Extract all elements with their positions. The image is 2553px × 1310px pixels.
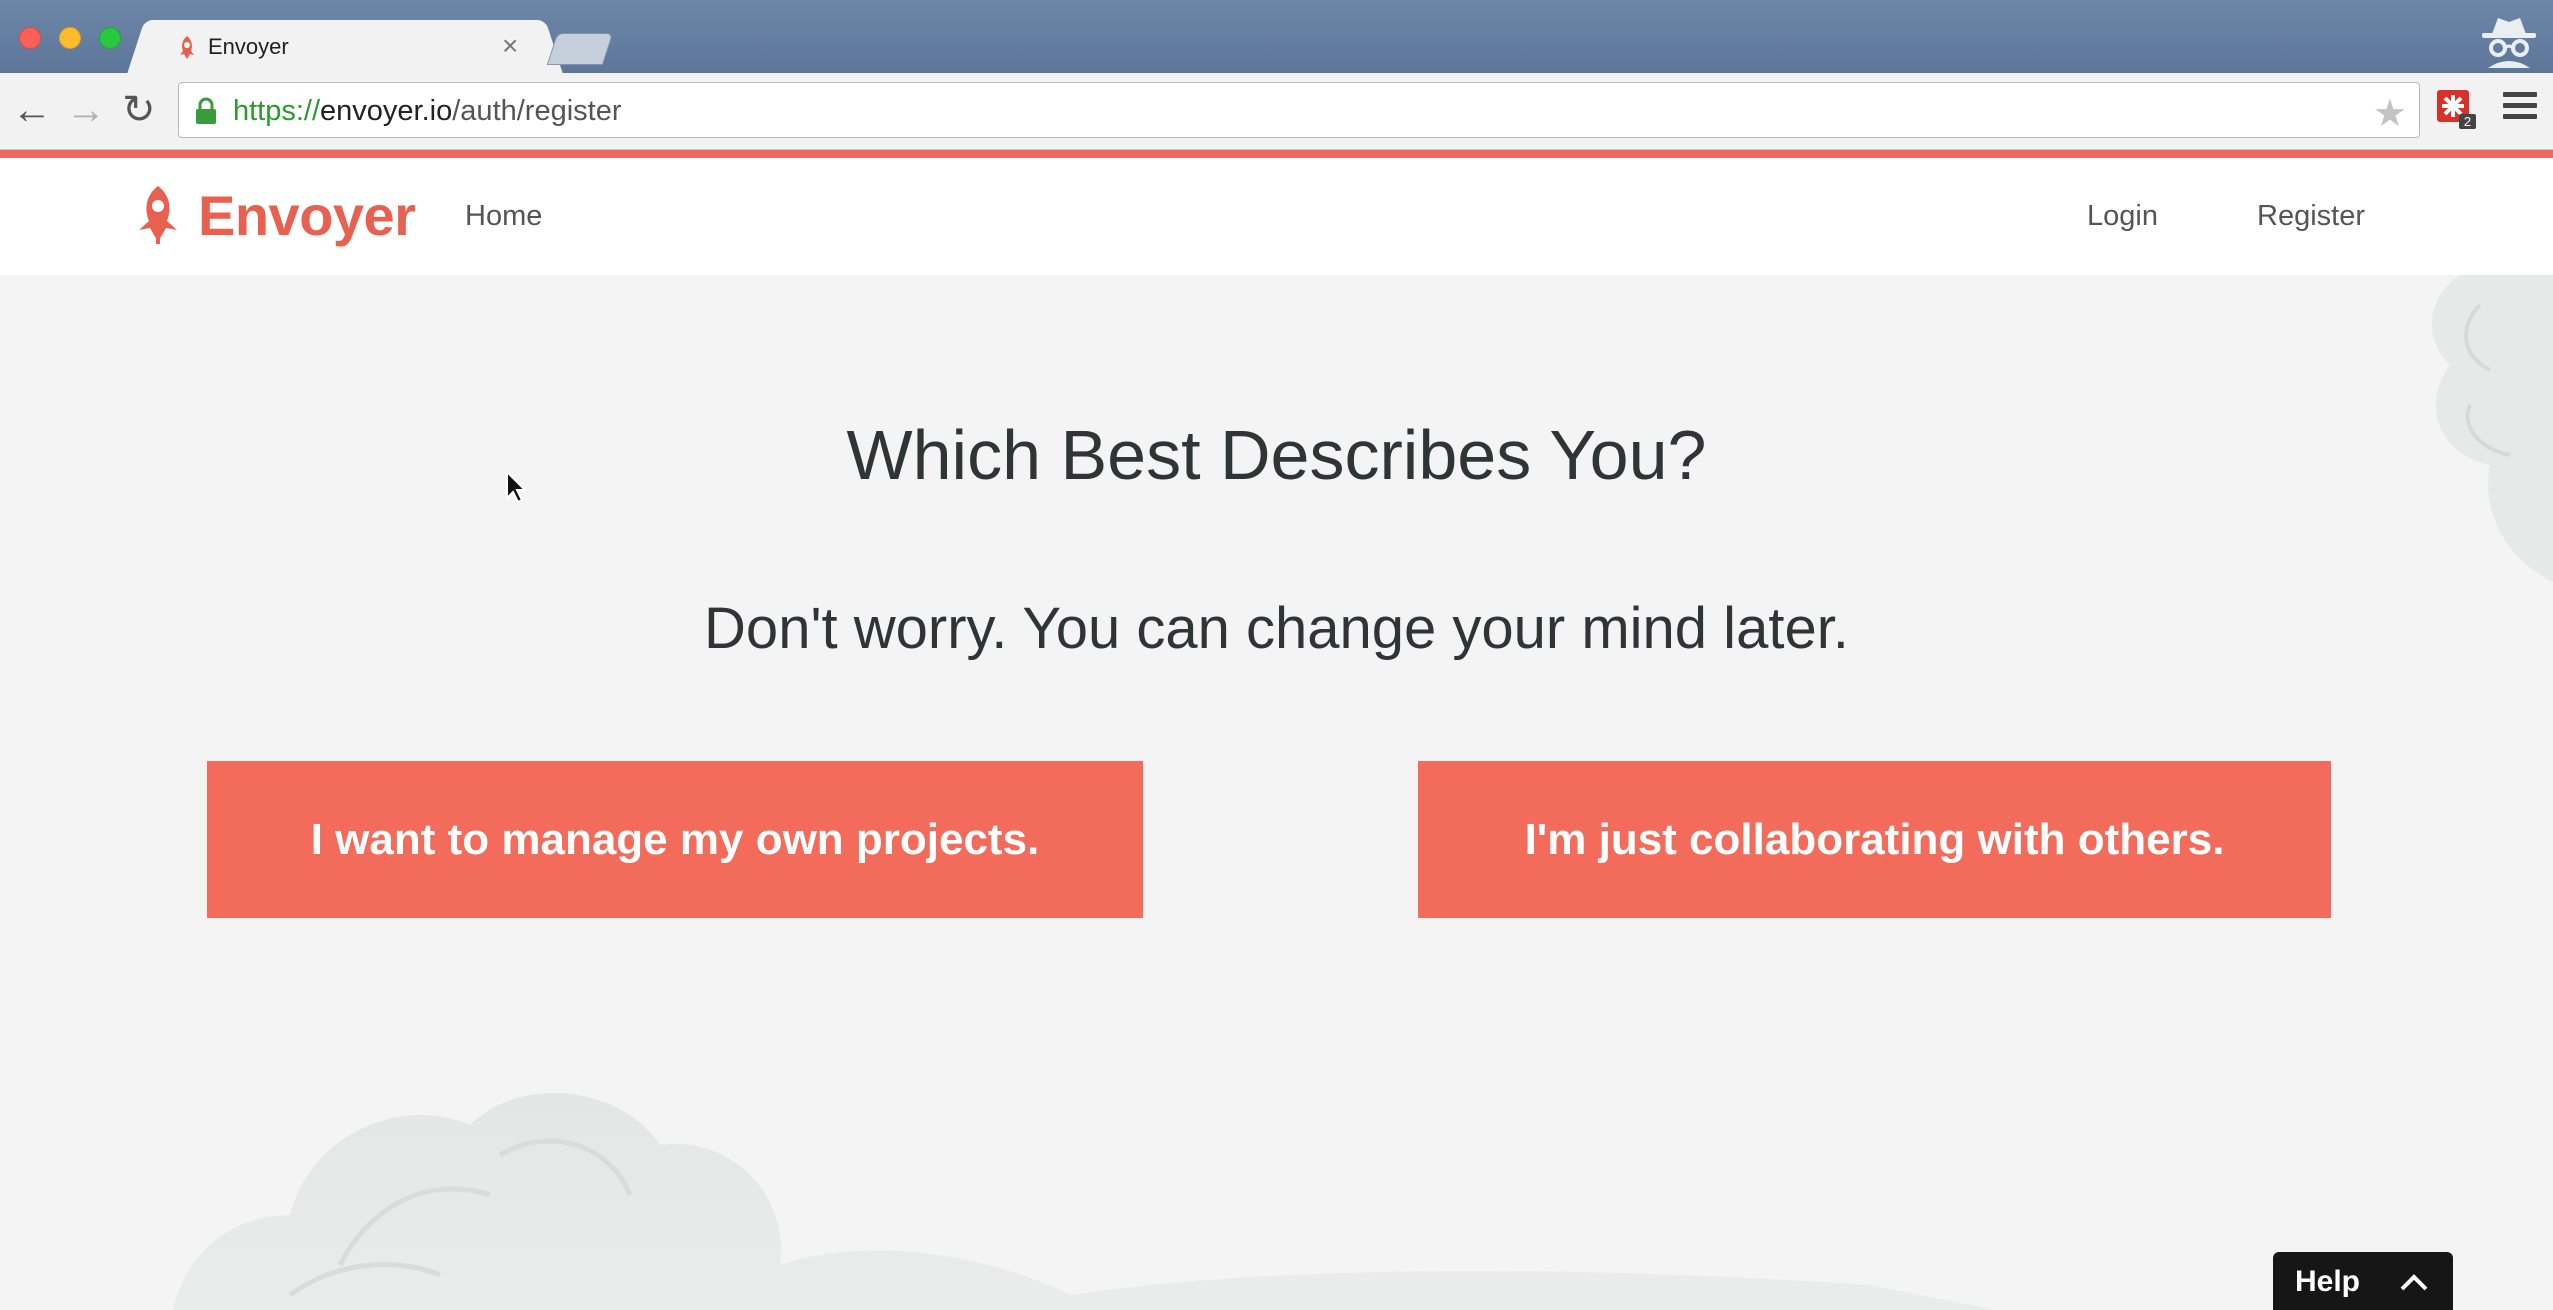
forward-button[interactable]: →	[66, 90, 106, 130]
page-subheading: Don't worry. You can change your mind la…	[704, 596, 1849, 661]
incognito-icon	[2482, 18, 2536, 68]
decorative-cloud-illustration	[172, 1092, 1995, 1310]
minimize-window-button[interactable]	[59, 27, 81, 49]
menu-icon[interactable]	[2503, 92, 2537, 124]
help-label: Help	[2295, 1265, 2361, 1298]
rocket-logo-icon	[139, 186, 177, 244]
extension-icon[interactable]: 2	[2437, 90, 2477, 130]
chevron-up-icon	[2400, 1274, 2428, 1291]
close-window-button[interactable]	[19, 27, 41, 49]
cursor-icon	[506, 470, 527, 504]
zoom-window-button[interactable]	[99, 27, 121, 49]
url-text[interactable]: https://envoyer.io/auth/register	[233, 95, 622, 128]
nav-home-link[interactable]: Home	[465, 200, 542, 233]
url-host: envoyer.io	[320, 95, 453, 127]
tab-title: Envoyer	[208, 34, 289, 59]
rocket-favicon-icon	[180, 36, 194, 59]
manage-own-projects-button[interactable]: I want to manage my own projects.	[207, 761, 1143, 918]
reload-button[interactable]: ↻	[122, 90, 156, 130]
brand-link[interactable]: Envoyer	[130, 180, 416, 250]
bookmark-star-icon[interactable]: ★	[2373, 91, 2407, 136]
nav-register-link[interactable]: Register	[2257, 200, 2365, 233]
browser-tab-active[interactable]: Envoyer ×	[150, 20, 540, 73]
help-widget-button[interactable]: Help	[2273, 1252, 2453, 1310]
address-bar[interactable]: https://envoyer.io/auth/register ★	[178, 82, 2420, 138]
tab-close-icon[interactable]: ×	[502, 30, 518, 62]
browser-toolbar: ← → ↻ https://envoyer.io/auth/register ★…	[0, 73, 2553, 150]
lock-icon	[196, 97, 216, 124]
url-scheme: https://	[233, 95, 321, 127]
back-button[interactable]: ←	[12, 90, 52, 130]
new-tab-button[interactable]	[546, 33, 614, 65]
accent-bar	[0, 150, 2553, 158]
extension-badge: 2	[2464, 114, 2471, 129]
nav-login-link[interactable]: Login	[2087, 200, 2158, 233]
page-heading: Which Best Describes You?	[846, 416, 1707, 494]
collaborating-with-others-button[interactable]: I'm just collaborating with others.	[1418, 761, 2331, 918]
url-path: /auth/register	[452, 95, 622, 127]
main-content: Which Best Describes You? Don't worry. Y…	[0, 275, 2553, 1310]
browser-tab-bar: Envoyer ×	[0, 0, 2553, 73]
site-header: Envoyer Home Login Register	[0, 158, 2553, 275]
brand-name: Envoyer	[198, 183, 416, 247]
